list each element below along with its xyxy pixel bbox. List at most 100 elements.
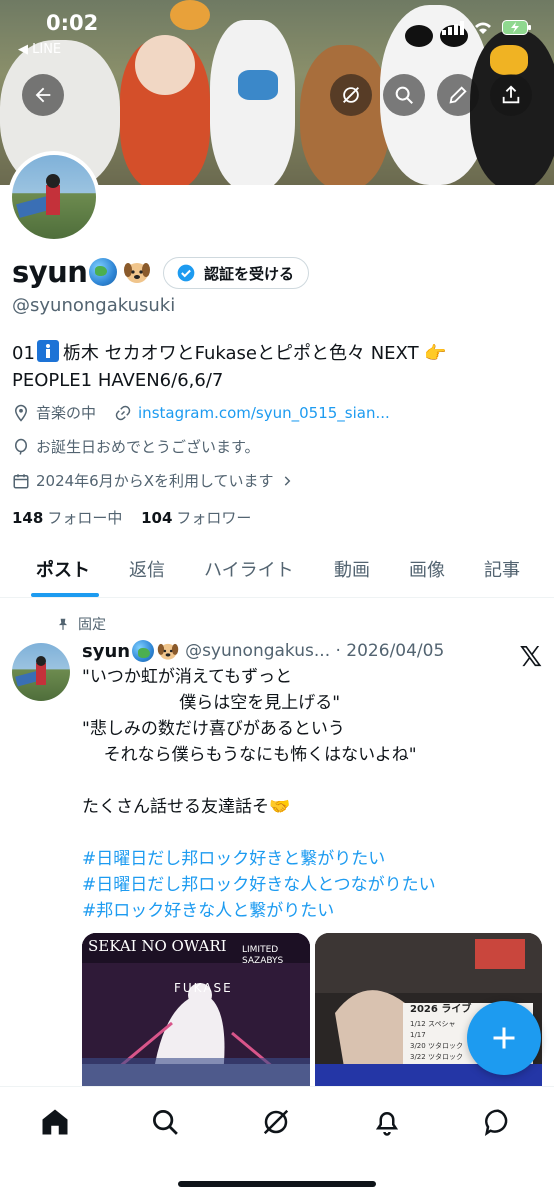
- back-button[interactable]: [22, 74, 64, 116]
- media-1-title: SEKAI NO OWARI: [88, 937, 227, 955]
- nav-grok[interactable]: [259, 1105, 293, 1139]
- tab-photos[interactable]: 画像: [409, 556, 445, 582]
- post-media-3[interactable]: [82, 1064, 310, 1086]
- compose-post-button[interactable]: [467, 1001, 541, 1075]
- link-icon: [115, 405, 131, 420]
- dog-emoji-icon: [157, 640, 179, 662]
- search-button[interactable]: [383, 74, 425, 116]
- follow-counts: 148 フォロー中 104 フォロワー: [12, 507, 251, 528]
- hashtag-link[interactable]: #日曜日だし邦ロック好きな人とつながりたい: [82, 875, 436, 895]
- tab-highlights[interactable]: ハイライト: [204, 556, 294, 582]
- chat-bubble-icon: [484, 1109, 508, 1136]
- schedule-line: 3/22 ツタロック: [410, 1053, 463, 1061]
- profile-meta-row: 音楽の中 instagram.com/syun_0515_sian...: [12, 402, 390, 423]
- balloon-icon: [15, 438, 27, 455]
- media-1-subtitle: LIMITED SAZABYS: [242, 945, 284, 966]
- bell-icon: [375, 1112, 399, 1136]
- nav-notifications[interactable]: [370, 1105, 404, 1139]
- nav-home[interactable]: [38, 1105, 72, 1139]
- avatar-photo: [16, 174, 60, 218]
- profile-birthday-row: お誕生日おめでとうございます。: [12, 436, 260, 457]
- globe-emoji-icon: [89, 258, 118, 286]
- schedule-line: 1/12 スペシャ: [410, 1020, 456, 1028]
- following-link[interactable]: 148 フォロー中: [12, 509, 122, 527]
- followers-link[interactable]: 104 フォロワー: [141, 509, 251, 527]
- media-2-title: 2026 ライブ: [410, 1004, 472, 1015]
- profile-location: 音楽の中: [36, 404, 97, 422]
- post-line: "悲しみの数だけ喜びがあるという: [82, 719, 345, 739]
- following-count: 148: [12, 509, 44, 527]
- calendar-icon: [13, 473, 29, 488]
- battery-charging-icon: [502, 20, 531, 35]
- home-icon: [42, 1109, 68, 1135]
- dog-emoji-icon: [123, 258, 151, 286]
- post-line: 僕らは空を見上げる": [82, 693, 341, 713]
- post-header: syun @syunongakus... · 2026/04/05: [82, 640, 444, 662]
- active-tab-indicator: [31, 593, 99, 597]
- post-line: "いつか虹が消えてもずっと: [82, 667, 293, 687]
- search-icon: [395, 86, 413, 104]
- wifi-icon: [475, 22, 491, 34]
- get-verified-label: 認証を受ける: [204, 264, 295, 283]
- nav-search[interactable]: [148, 1105, 182, 1139]
- profile-website-link[interactable]: instagram.com/syun_0515_sian...: [138, 404, 390, 422]
- pencil-icon: [449, 86, 467, 104]
- grok-icon: [343, 87, 359, 103]
- arrow-left-icon: [35, 87, 51, 103]
- followers-count: 104: [141, 509, 173, 527]
- get-verified-button[interactable]: 認証を受ける: [163, 257, 310, 289]
- media-2-schedule: 1/12 スペシャ 1/17 3/20 ツタロック 3/22 ツタロック: [410, 1019, 463, 1063]
- following-label: フォロー中: [47, 509, 123, 527]
- profile-joined: 2024年6月からXを利用しています: [36, 472, 274, 490]
- post-body: "いつか虹が消えてもずっと 僕らは空を見上げる" "悲しみの数だけ喜びがあるとい…: [82, 664, 542, 924]
- chevron-right-icon: [284, 475, 290, 486]
- status-icons: [442, 20, 532, 35]
- bio-line1: 栃木 セカオワとFukaseとピポと色々 NEXT 👉: [62, 343, 447, 364]
- post-line: それなら僕らもうなにも怖くはないよね": [82, 745, 417, 765]
- tab-articles[interactable]: 記事: [484, 556, 520, 582]
- info-emoji-icon: [36, 340, 59, 362]
- profile-joined-row[interactable]: 2024年6月からXを利用しています: [12, 470, 294, 491]
- verified-badge-icon: [177, 264, 195, 282]
- profile-birthday: お誕生日おめでとうございます。: [36, 438, 260, 456]
- bio-prefix: 01: [12, 343, 35, 364]
- pinned-label: 固定: [78, 617, 106, 633]
- profile-name: syun: [12, 255, 88, 289]
- bio-line2: PEOPLE1 HAVEN6/6,6/7: [12, 370, 224, 391]
- post-line: たくさん話せる友達話そ🤝: [82, 797, 291, 817]
- plus-icon: [493, 1027, 515, 1049]
- profile-tabs: ポスト 返信 ハイライト 動画 画像 記事: [0, 540, 554, 598]
- edit-button[interactable]: [437, 74, 479, 116]
- share-button[interactable]: [490, 74, 532, 116]
- tab-posts[interactable]: ポスト: [36, 556, 90, 582]
- signal-icon: [442, 20, 464, 35]
- pin-icon: [58, 618, 68, 630]
- post-author-name[interactable]: syun: [82, 641, 130, 662]
- hashtag-link[interactable]: #邦ロック好きな人と繋がりたい: [82, 901, 334, 921]
- pinned-label-row: 固定: [56, 614, 106, 634]
- post-author-avatar[interactable]: [12, 643, 70, 701]
- location-icon: [14, 404, 28, 422]
- back-to-app-link[interactable]: ◀ LINE: [18, 42, 61, 57]
- followers-label: フォロワー: [176, 509, 252, 527]
- post-meta: @syunongakus... · 2026/04/05: [185, 641, 445, 661]
- schedule-line: 3/20 ツタロック: [410, 1042, 463, 1050]
- profile-banner[interactable]: 0:02 ◀ LINE: [0, 0, 554, 185]
- nav-messages[interactable]: [481, 1105, 515, 1139]
- search-icon: [153, 1110, 178, 1135]
- home-indicator[interactable]: [178, 1181, 376, 1187]
- globe-emoji-icon: [132, 640, 155, 662]
- media-1-label: FUKASE: [174, 981, 233, 995]
- profile-handle: @syunongakusuki: [12, 295, 176, 316]
- grok-icon: [263, 1109, 289, 1135]
- grok-button[interactable]: [330, 74, 372, 116]
- share-icon: [502, 85, 520, 104]
- status-time: 0:02: [46, 11, 99, 35]
- schedule-line: 1/17: [410, 1031, 426, 1039]
- tab-replies[interactable]: 返信: [129, 556, 165, 582]
- profile-name-row: syun: [12, 255, 151, 289]
- profile-avatar[interactable]: [8, 151, 100, 243]
- hashtag-link[interactable]: #日曜日だし邦ロック好きと繋がりたい: [82, 849, 385, 869]
- tab-videos[interactable]: 動画: [334, 556, 370, 582]
- profile-bio: 01 栃木 セカオワとFukaseとピポと色々 NEXT 👉 PEOPLE1 HA…: [12, 340, 542, 394]
